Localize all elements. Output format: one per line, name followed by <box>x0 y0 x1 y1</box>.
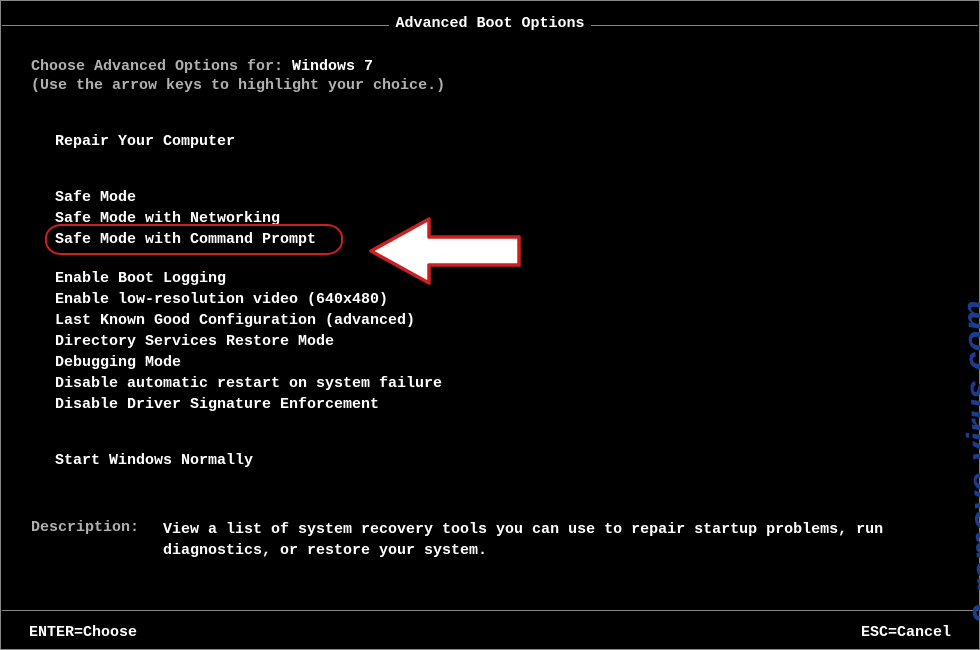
prompt-line: Choose Advanced Options for: Windows 7 <box>31 58 949 75</box>
menu-item-safe-mode[interactable]: Safe Mode <box>55 188 949 208</box>
menu-group-repair: Repair Your Computer <box>55 132 949 152</box>
os-name: Windows 7 <box>292 58 373 75</box>
menu-item-directory-services-restore[interactable]: Directory Services Restore Mode <box>55 332 949 352</box>
prompt-prefix: Choose Advanced Options for: <box>31 58 292 75</box>
menu-group-normal: Start Windows Normally <box>55 451 949 471</box>
menu-item-safe-mode-command-prompt[interactable]: Safe Mode with Command Prompt <box>55 230 316 250</box>
description-section: Description: View a list of system recov… <box>31 519 949 561</box>
menu-item-last-known-good[interactable]: Last Known Good Configuration (advanced) <box>55 311 949 331</box>
menu-item-start-normally[interactable]: Start Windows Normally <box>55 451 949 471</box>
title-bar: Advanced Boot Options <box>1 1 979 32</box>
footer-esc-hint: ESC=Cancel <box>861 624 951 641</box>
page-title: Advanced Boot Options <box>389 15 590 32</box>
menu-item-disable-auto-restart[interactable]: Disable automatic restart on system fail… <box>55 374 949 394</box>
menu-item-safe-mode-networking[interactable]: Safe Mode with Networking <box>55 209 949 229</box>
menu-item-debugging-mode[interactable]: Debugging Mode <box>55 353 949 373</box>
footer-bar: ENTER=Choose ESC=Cancel <box>29 624 951 641</box>
menu-group-advanced: Enable Boot Logging Enable low-resolutio… <box>55 269 949 415</box>
description-text: View a list of system recovery tools you… <box>163 519 949 561</box>
navigation-hint: (Use the arrow keys to highlight your ch… <box>31 77 949 94</box>
menu-group-safemode: Safe Mode Safe Mode with Networking Safe… <box>55 188 949 251</box>
description-label: Description: <box>31 519 163 561</box>
footer-divider <box>2 610 978 611</box>
boot-screen: Advanced Boot Options Choose Advanced Op… <box>0 0 980 650</box>
menu-item-boot-logging[interactable]: Enable Boot Logging <box>55 269 949 289</box>
footer-enter-hint: ENTER=Choose <box>29 624 137 641</box>
content-area: Choose Advanced Options for: Windows 7 (… <box>1 32 979 561</box>
menu-item-low-res-video[interactable]: Enable low-resolution video (640x480) <box>55 290 949 310</box>
menu-item-repair-computer[interactable]: Repair Your Computer <box>55 132 949 152</box>
menu-item-disable-driver-signature[interactable]: Disable Driver Signature Enforcement <box>55 395 949 415</box>
